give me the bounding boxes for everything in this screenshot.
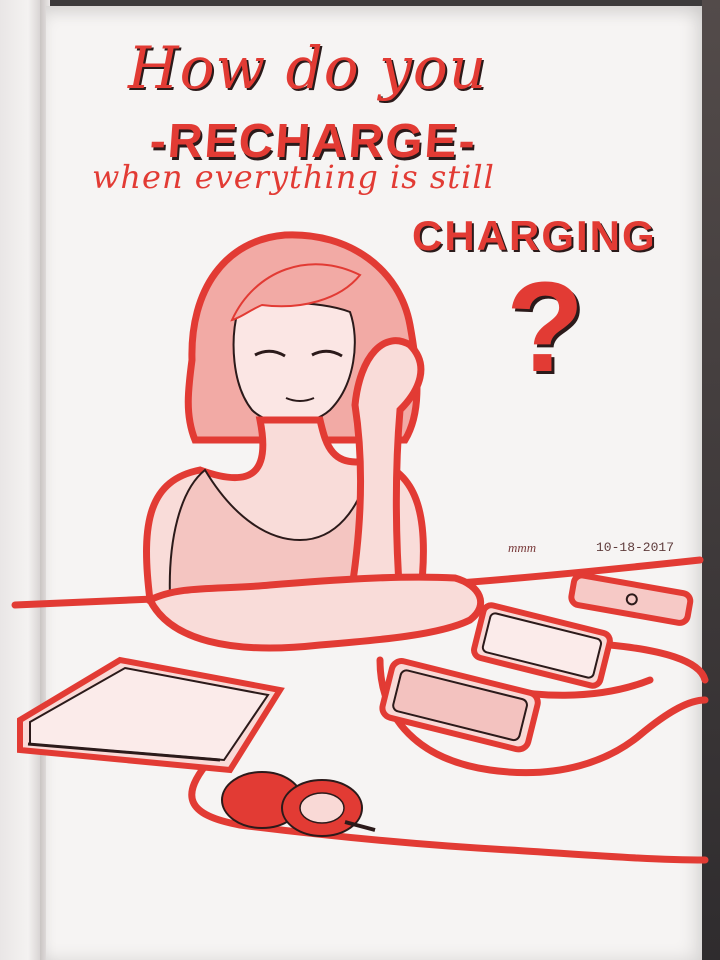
artist-signature: mmm: [508, 540, 537, 555]
question-mark: ?: [506, 256, 585, 399]
artwork-date: 10-18-2017: [596, 540, 675, 555]
subtitle-when-everything: when everything is still: [92, 158, 495, 196]
text-layer: How do you -RECHARGE- when everything is…: [0, 0, 720, 960]
title-charging: CHARGING: [412, 212, 657, 259]
title-how-do-you: How do you: [128, 34, 488, 102]
